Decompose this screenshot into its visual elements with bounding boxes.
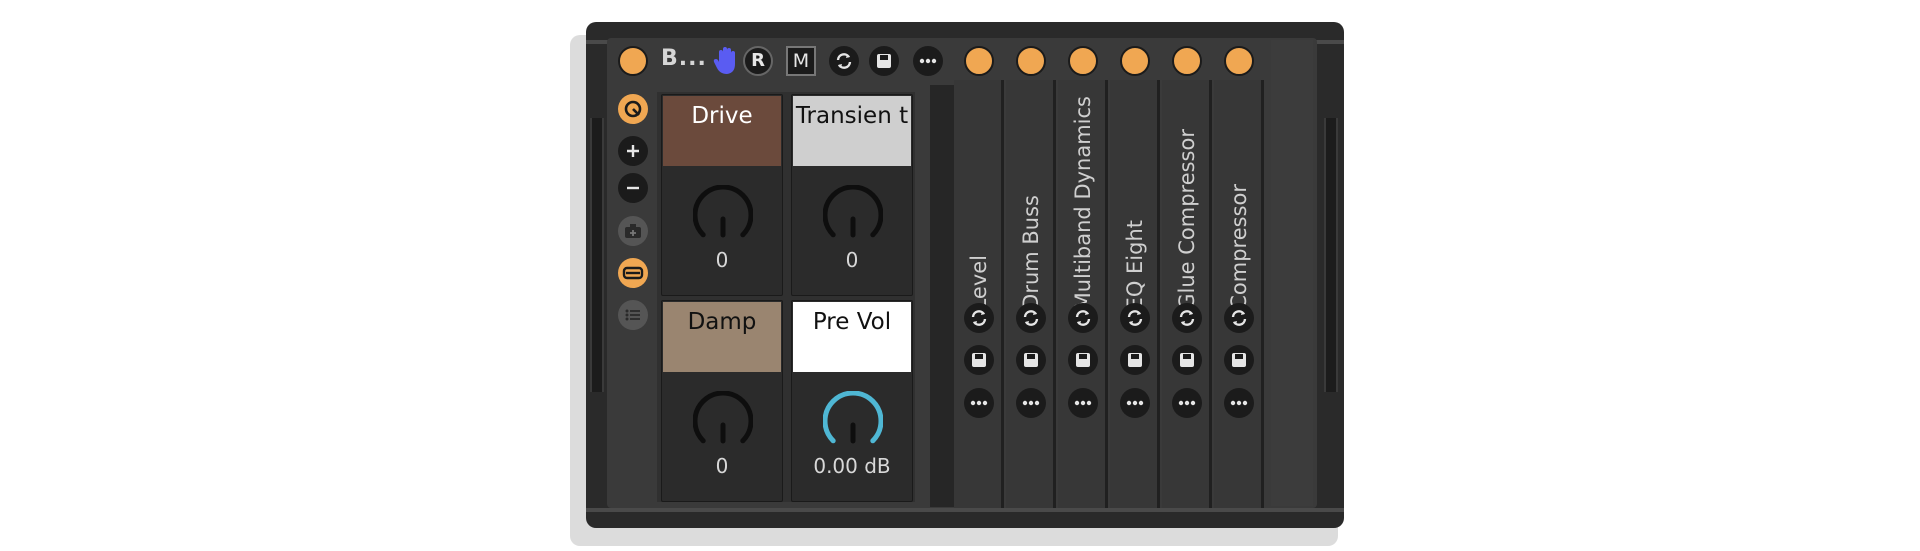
chain-column[interactable]: Drum Buss [1006,80,1056,508]
snapshot-icon[interactable] [618,216,648,246]
more-icon[interactable] [1120,388,1150,418]
save-icon[interactable] [1120,345,1150,375]
rack-title: B... [661,46,707,71]
rack-power-toggle[interactable] [618,46,648,76]
list-icon[interactable] [618,300,648,330]
chain-end-area [1271,40,1313,506]
macro-value: 0 [715,248,729,272]
chain-label: EQ Eight [1123,219,1147,310]
sync-icon[interactable] [1016,303,1046,333]
more-icon[interactable] [1016,388,1046,418]
chain-column[interactable]: EQ Eight [1110,80,1160,508]
chain-column[interactable]: Level [954,80,1004,508]
chain-label: Level [967,254,991,310]
save-icon[interactable] [869,46,899,76]
macro-label: Damp [663,302,781,372]
minus-icon[interactable] [618,173,648,203]
chain-power-toggle[interactable] [1016,46,1046,76]
macro-label: Drive [663,96,781,166]
macro-value: 0 [845,248,859,272]
sync-icon[interactable] [1120,303,1150,333]
sync-icon[interactable] [829,46,859,76]
hand-icon[interactable] [713,46,739,80]
save-icon[interactable] [1224,345,1254,375]
more-icon[interactable] [1224,388,1254,418]
chain-label: Glue Compressor [1175,129,1199,310]
chain-label: Compressor [1227,184,1251,310]
sync-icon[interactable] [1172,303,1202,333]
chain-power-toggle[interactable] [1068,46,1098,76]
macro-value: 0.00 dB [813,454,891,478]
record-button[interactable]: R [743,46,773,76]
sync-icon[interactable] [964,303,994,333]
save-icon[interactable] [1172,345,1202,375]
randomize-icon[interactable] [618,94,648,124]
macro-4[interactable]: Pre Vol 0.00 dB [791,300,913,502]
macro-label: Pre Vol [793,302,911,372]
chain-label: Multiband Dynamics [1071,95,1095,310]
more-icon[interactable] [964,388,994,418]
save-icon[interactable] [1016,345,1046,375]
more-icon[interactable] [1068,388,1098,418]
more-icon[interactable] [913,46,943,76]
sync-icon[interactable] [1068,303,1098,333]
plus-icon[interactable] [618,136,648,166]
macro-knob[interactable] [692,184,754,249]
rack-divider [930,85,954,507]
save-icon[interactable] [1068,345,1098,375]
macro-label: Transien t [793,96,911,166]
macro-knob[interactable] [822,184,884,249]
chain-power-toggle[interactable] [964,46,994,76]
macro-knob[interactable] [822,390,884,455]
macro-2[interactable]: Transien t 0 [791,94,913,296]
macro-knob[interactable] [692,390,754,455]
chain-column[interactable]: Multiband Dynamics [1058,80,1108,508]
chain-power-toggle[interactable] [1224,46,1254,76]
chain-column[interactable]: Glue Compressor [1162,80,1212,508]
more-icon[interactable] [1172,388,1202,418]
chain-column[interactable]: Compressor [1214,80,1264,508]
macro-1[interactable]: Drive 0 [661,94,783,296]
map-button[interactable]: M [786,46,816,76]
chain-power-toggle[interactable] [1120,46,1150,76]
chain-power-toggle[interactable] [1172,46,1202,76]
right-resize-handle[interactable] [1324,118,1338,392]
macro-3[interactable]: Damp 0 [661,300,783,502]
macro-toggle-icon[interactable] [618,258,648,288]
save-icon[interactable] [964,345,994,375]
macro-value: 0 [715,454,729,478]
left-resize-handle[interactable] [590,118,604,392]
sync-icon[interactable] [1224,303,1254,333]
chain-label: Drum Buss [1019,195,1043,310]
